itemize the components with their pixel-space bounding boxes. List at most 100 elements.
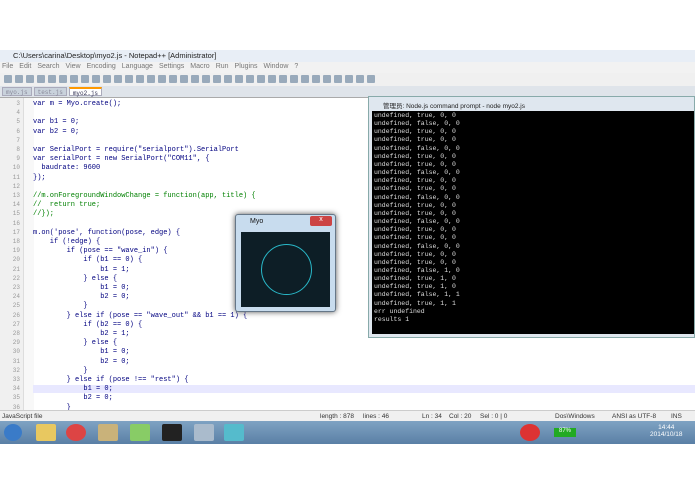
line-number: 17	[12, 228, 20, 236]
eol-format: Dos\Windows	[555, 413, 595, 420]
toolbar-button[interactable]	[169, 75, 177, 83]
toolbar-button[interactable]	[202, 75, 210, 83]
code-line: } else {	[33, 274, 118, 283]
line-number: 28	[12, 330, 20, 337]
toolbar-button[interactable]	[92, 75, 100, 83]
toolbar-button[interactable]	[279, 75, 287, 83]
tab[interactable]: myo2.js	[68, 87, 103, 97]
toolbar-button[interactable]	[147, 75, 155, 83]
menu-bar: File Edit Search View Encoding Language Settin…	[0, 62, 695, 73]
toolbar-button[interactable]	[59, 75, 67, 83]
toolbar-button[interactable]	[191, 75, 199, 83]
toolbar-button[interactable]	[158, 75, 166, 83]
encoding: ANSI as UTF-8	[612, 413, 657, 420]
toolbar-button[interactable]	[301, 75, 309, 83]
menu-item[interactable]: View	[66, 63, 81, 70]
toolbar-button[interactable]	[136, 75, 144, 83]
app-icon[interactable]	[98, 424, 118, 441]
menu-item[interactable]: Language	[122, 63, 153, 70]
code-line: if (!edge) {	[33, 238, 101, 246]
line-number: 19	[12, 247, 20, 255]
line-number: 20	[12, 256, 20, 264]
toolbar-button[interactable]	[323, 75, 331, 83]
menu-item[interactable]: Encoding	[87, 63, 116, 70]
line-number: 27	[12, 320, 20, 328]
tool-icon[interactable]	[194, 424, 214, 441]
cursor-col: Col : 20	[449, 413, 472, 420]
line-number: 6	[16, 127, 20, 135]
myo-icon[interactable]	[224, 424, 244, 441]
code-line: // return true;	[33, 201, 101, 210]
line-number: 18	[12, 238, 20, 245]
explorer-icon[interactable]	[36, 424, 56, 441]
menu-item[interactable]: File	[2, 63, 13, 70]
code-line: var b2 = 0;	[33, 127, 80, 136]
toolbar-button[interactable]	[180, 75, 188, 83]
toolbar-button[interactable]	[257, 75, 265, 83]
clock[interactable]: 14:44 2014/10/18	[650, 424, 683, 438]
menu-item[interactable]: Edit	[19, 63, 31, 70]
line-number: 25	[12, 302, 20, 310]
toolbar-button[interactable]	[48, 75, 56, 83]
toolbar-button[interactable]	[103, 75, 111, 83]
insert-mode: INS	[671, 413, 682, 420]
menu-item[interactable]: Settings	[159, 63, 184, 70]
toolbar-button[interactable]	[81, 75, 89, 83]
toolbar-button[interactable]	[345, 75, 353, 83]
line-number: 14	[12, 201, 20, 209]
toolbar-button[interactable]	[235, 75, 243, 83]
close-button[interactable]: x	[310, 216, 332, 226]
notepadpp-icon[interactable]	[130, 424, 150, 441]
toolbar-button[interactable]	[125, 75, 133, 83]
toolbar-button[interactable]	[4, 75, 12, 83]
toolbar-button[interactable]	[114, 75, 122, 83]
code-line: b1 = 0;	[33, 348, 130, 357]
battery-indicator[interactable]: 87%	[554, 428, 576, 437]
toolbar-button[interactable]	[367, 75, 375, 83]
ring-icon	[261, 244, 312, 295]
menu-item[interactable]: ?	[294, 63, 298, 70]
line-number: 35	[12, 394, 20, 402]
line-number: 24	[12, 293, 20, 301]
line-number: 29	[12, 339, 20, 347]
myo-canvas	[241, 232, 330, 307]
myo-window[interactable]: Myo x	[235, 214, 336, 312]
antivirus-icon[interactable]	[520, 424, 540, 441]
tab[interactable]: myo.js	[2, 87, 32, 96]
menu-item[interactable]: Macro	[190, 63, 209, 70]
terminal-title: 管理员: Node.js command prompt - node myo2.…	[383, 103, 525, 110]
line-number: 13	[12, 192, 20, 199]
toolbar-button[interactable]	[70, 75, 78, 83]
line-number: 16	[12, 219, 20, 227]
line-number: 15	[12, 210, 20, 218]
toolbar-button[interactable]	[37, 75, 45, 83]
cmd-icon[interactable]	[162, 424, 182, 441]
toolbar-button[interactable]	[213, 75, 221, 83]
cursor-line: Ln : 34	[422, 413, 442, 420]
toolbar-button[interactable]	[26, 75, 34, 83]
code-line: if (pose == "wave_in") {	[33, 247, 168, 256]
toolbar-button[interactable]	[268, 75, 276, 83]
menu-item[interactable]: Search	[37, 63, 59, 70]
terminal-window[interactable]: 管理员: Node.js command prompt - node myo2.…	[368, 96, 695, 338]
toolbar-button[interactable]	[312, 75, 320, 83]
menu-item[interactable]: Window	[264, 63, 289, 70]
menu-item[interactable]: Run	[216, 63, 229, 70]
selection: Sel : 0 | 0	[480, 413, 508, 420]
toolbar-button[interactable]	[334, 75, 342, 83]
toolbar-button[interactable]	[224, 75, 232, 83]
toolbar-button[interactable]	[15, 75, 23, 83]
chrome-icon[interactable]	[66, 424, 86, 441]
code-line: var SerialPort = require("serialport").S…	[33, 146, 239, 154]
toolbar-button[interactable]	[356, 75, 364, 83]
code-line: }	[33, 302, 88, 311]
toolbar	[0, 73, 695, 86]
line-number: 21	[12, 265, 20, 273]
code-line: var b1 = 0;	[33, 118, 80, 127]
tab[interactable]: test.js	[33, 87, 67, 96]
line-number: 4	[16, 109, 20, 117]
toolbar-button[interactable]	[246, 75, 254, 83]
menu-item[interactable]: Plugins	[235, 63, 258, 70]
toolbar-button[interactable]	[290, 75, 298, 83]
start-button[interactable]	[4, 424, 22, 441]
